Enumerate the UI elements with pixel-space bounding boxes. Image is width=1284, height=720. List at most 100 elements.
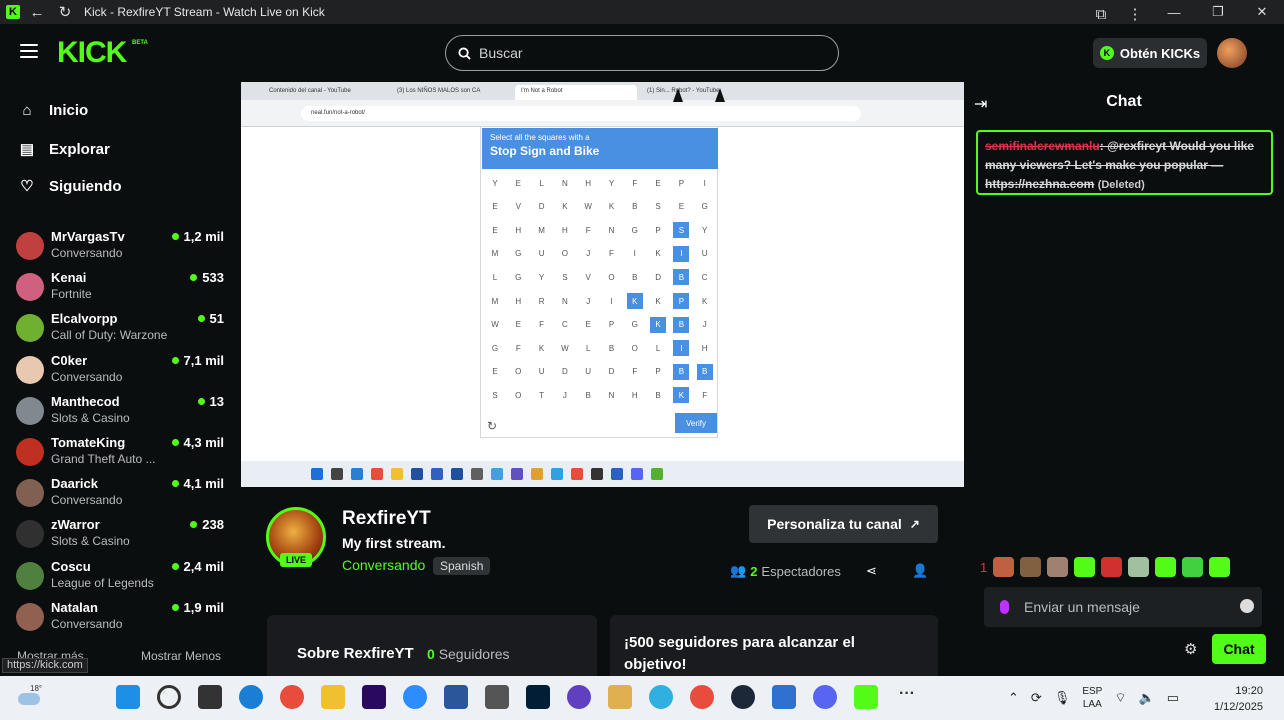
captcha-cell: H: [562, 225, 568, 235]
captcha-cell: O: [608, 272, 615, 282]
captcha-cell: U: [538, 367, 545, 377]
shared-tab: (1) Sin... Robot? - YouTube: [647, 88, 720, 94]
minimize-button[interactable]: —: [1152, 0, 1196, 24]
steam-icon[interactable]: [731, 685, 755, 709]
channel-item[interactable]: C0ker Conversando 7,1 mil: [16, 353, 226, 389]
clock[interactable]: 19:20 1/12/2025: [1214, 683, 1263, 715]
channel-item[interactable]: Elcalvorpp Call of Duty: Warzone 51: [16, 311, 226, 347]
captcha-cell: K: [673, 387, 690, 404]
close-button[interactable]: ✕: [1240, 0, 1284, 24]
input-language[interactable]: ESP LAA: [1082, 685, 1102, 711]
discord-icon[interactable]: [813, 685, 837, 709]
channel-category: Slots & Casino: [51, 410, 130, 425]
channel-item[interactable]: TomateKing Grand Theft Auto ... 4,3 mil: [16, 435, 226, 471]
chrome-profile-icon[interactable]: [690, 685, 714, 709]
headset-icon[interactable]: [567, 685, 591, 709]
restore-button[interactable]: ❐: [1196, 0, 1240, 24]
battery-icon[interactable]: ▭: [1167, 690, 1179, 706]
chrome-icon[interactable]: [280, 685, 304, 709]
captcha-cell: H: [585, 178, 592, 188]
search-taskbar-icon[interactable]: [157, 685, 181, 709]
send-chat-button[interactable]: Chat: [1212, 634, 1266, 664]
emote[interactable]: [1128, 557, 1150, 577]
stream-category[interactable]: Conversando: [342, 557, 425, 573]
emoji-icon[interactable]: [1240, 599, 1254, 613]
weather-widget[interactable]: 18°: [18, 684, 44, 710]
channel-item[interactable]: Natalan Conversando 1,9 mil: [16, 600, 226, 636]
photoshop-icon[interactable]: [526, 685, 550, 709]
zoom-icon[interactable]: [403, 685, 427, 709]
share-icon[interactable]: ⋖: [866, 563, 877, 579]
back-icon[interactable]: ←: [26, 1, 48, 23]
emote[interactable]: [1182, 557, 1204, 577]
show-less-link[interactable]: Mostrar Menos: [141, 649, 221, 663]
stream-title: My first stream.: [342, 535, 446, 551]
extensions-icon[interactable]: ⧉: [1090, 3, 1112, 25]
emote[interactable]: [1074, 557, 1096, 577]
captcha-cell: G: [491, 343, 499, 353]
channel-item[interactable]: zWarror Slots & Casino 238: [16, 517, 226, 553]
chat-username[interactable]: semifinalcrewmanlu: [985, 139, 1100, 153]
app-icon[interactable]: [485, 685, 509, 709]
chat-input[interactable]: Enviar un mensaje: [984, 587, 1262, 627]
microphone-tray-icon[interactable]: 🎙: [1054, 690, 1071, 706]
game-icon[interactable]: [608, 685, 632, 709]
chevron-up-icon[interactable]: ⌃: [1008, 690, 1019, 706]
nav-following[interactable]: ♡ Siguiendo: [18, 177, 121, 196]
search-input[interactable]: Buscar: [445, 35, 839, 71]
channel-item[interactable]: Daarick Conversando 4,1 mil: [16, 476, 226, 512]
menu-icon[interactable]: [20, 44, 38, 58]
get-kicks-button[interactable]: K Obtén KICKs: [1093, 38, 1207, 68]
emote[interactable]: [1155, 557, 1177, 577]
captcha-cell: K: [650, 316, 667, 333]
audition-icon[interactable]: [362, 685, 386, 709]
emote[interactable]: [1101, 557, 1123, 577]
captcha-cell: P: [655, 225, 661, 235]
captcha-cell: W: [561, 343, 569, 353]
channel-avatar: [16, 273, 44, 302]
channel-item[interactable]: MrVargasTv Conversando 1,2 mil: [16, 229, 226, 265]
channel-item[interactable]: Manthecod Slots & Casino 13: [16, 394, 226, 430]
captcha-cell: D: [562, 367, 568, 377]
channel-avatar: [16, 396, 44, 425]
emote[interactable]: [1209, 557, 1231, 577]
edge-icon[interactable]: [239, 685, 263, 709]
reload-icon[interactable]: ↻: [54, 1, 76, 23]
streamer-name[interactable]: RexfireYT: [342, 508, 431, 530]
live-dot-icon: [171, 562, 179, 570]
microphone-icon[interactable]: [1000, 600, 1009, 614]
wifi-icon[interactable]: ⌔: [1114, 690, 1126, 706]
app-icon-2[interactable]: [772, 685, 796, 709]
captcha-cell: H: [515, 225, 522, 235]
nav-explore[interactable]: ▤ Explorar: [18, 140, 110, 159]
emote[interactable]: [1047, 557, 1069, 577]
start-icon[interactable]: [116, 685, 140, 709]
channel-item[interactable]: Coscu League of Legends 2,4 mil: [16, 559, 226, 595]
customize-channel-button[interactable]: Personaliza tu canal ↗: [749, 505, 938, 543]
file-explorer-icon[interactable]: [321, 685, 345, 709]
kick-taskbar-icon[interactable]: [854, 685, 878, 709]
captcha-cell: B: [673, 316, 690, 333]
more-menu-icon[interactable]: ⋮: [1124, 3, 1146, 25]
kick-logo[interactable]: KICK BETA: [57, 36, 148, 70]
sync-icon[interactable]: ⟳: [1031, 690, 1042, 706]
user-avatar[interactable]: [1217, 38, 1247, 68]
captcha-cell: H: [701, 343, 708, 353]
captcha-cell: S: [673, 222, 690, 239]
captcha-cell: L: [585, 343, 591, 353]
emote[interactable]: [1020, 557, 1042, 577]
volume-icon[interactable]: 🔈: [1139, 690, 1155, 706]
more-apps-icon[interactable]: ···: [895, 685, 919, 709]
task-view-icon[interactable]: [198, 685, 222, 709]
follow-user-icon[interactable]: 👤: [912, 563, 928, 579]
nav-home[interactable]: ⌂ Inicio: [18, 102, 88, 119]
chat-message[interactable]: semifinalcrewmanlu: @rexfireyt Would you…: [976, 130, 1273, 195]
gear-icon[interactable]: ⚙: [1184, 640, 1197, 658]
word-icon[interactable]: [444, 685, 468, 709]
browser-icon[interactable]: [649, 685, 673, 709]
language-badge[interactable]: Spanish: [433, 557, 491, 575]
video-player[interactable]: Contenido del canal - YouTube (3) Los NI…: [241, 82, 964, 487]
emote[interactable]: [993, 557, 1015, 577]
shared-taskbar: [241, 461, 964, 487]
channel-item[interactable]: Kenai Fortnite 533: [16, 270, 226, 306]
